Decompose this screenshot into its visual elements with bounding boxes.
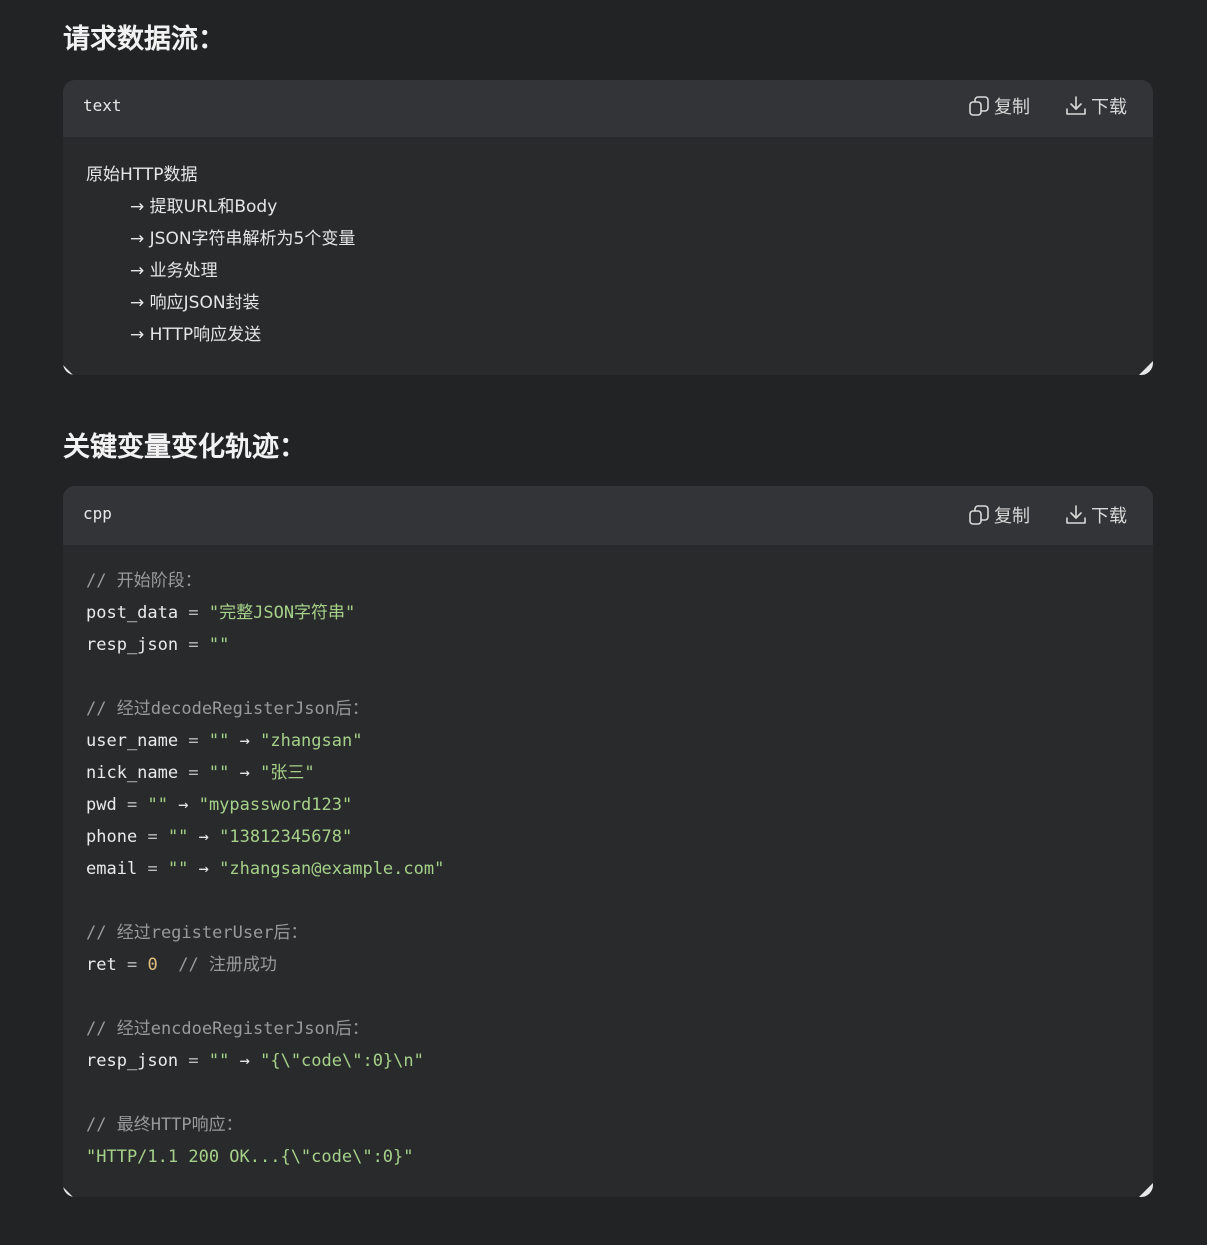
section-title-variable-trace: 关键变量变化轨迹： [63,432,306,463]
code-block-cpp: cpp 复制 下载 // 开始阶段： post_data = "完整JSON字符… [63,486,1153,1197]
code-line: user_name = "" → "zhangsan" [86,725,1153,757]
string-literal: "" [208,635,230,655]
string-literal: "HTTP/1.1 200 OK...{\"code\":0}" [86,1147,414,1167]
variable-name: phone [86,827,138,847]
number-literal: 0 [147,955,158,975]
arrow-glyph: → [198,859,209,879]
variable-name: post_data [86,603,179,623]
copy-label: 复制 [994,506,1030,527]
resize-corner-left [63,1187,73,1197]
code-line: pwd = "" → "mypassword123" [86,789,1153,821]
code-line: → JSON字符串解析为5个变量 [130,229,356,249]
download-icon [1064,94,1088,118]
assign-operator: = [188,1051,199,1071]
arrow-glyph: → [239,731,250,751]
assign-operator: = [147,827,158,847]
code-line: resp_json = "" → "{\"code\":0}\n" [86,1045,1153,1077]
download-icon [1064,503,1088,527]
variable-name: nick_name [86,763,179,783]
copy-button[interactable]: 复制 [967,502,1030,528]
code-body: // 开始阶段： post_data = "完整JSON字符串" resp_js… [63,545,1153,1173]
string-literal: "zhangsan" [260,731,363,751]
arrow-glyph: → [239,1051,250,1071]
string-literal: "" [167,859,189,879]
code-comment: // 经过decodeRegisterJson后： [86,699,369,719]
string-literal: "张三" [260,763,315,783]
download-label: 下载 [1091,506,1127,527]
language-label: text [83,96,122,115]
string-literal: "{\"code\":0}\n" [260,1051,424,1071]
string-literal: "mypassword123" [198,795,353,815]
string-literal: "" [208,1051,230,1071]
code-line: → 业务处理 [130,261,218,281]
assign-operator: = [188,635,199,655]
variable-name: resp_json [86,635,179,655]
variable-name: resp_json [86,1051,179,1071]
copy-icon [967,503,991,527]
variable-name: email [86,859,138,879]
code-comment: // 经过registerUser后： [86,923,308,943]
code-line: // 经过decodeRegisterJson后： [86,693,1153,725]
code-block-header: text 复制 下载 [63,80,1153,137]
code-comment: // 最终HTTP响应： [86,1115,243,1135]
code-line: nick_name = "" → "张三" [86,757,1153,789]
code-line: "HTTP/1.1 200 OK...{\"code\":0}" [86,1141,1153,1173]
code-line: // 最终HTTP响应： [86,1109,1153,1141]
code-line: email = "" → "zhangsan@example.com" [86,853,1153,885]
code-comment: // 经过encdoeRegisterJson后： [86,1019,369,1039]
assign-operator: = [147,859,158,879]
assign-operator: = [188,603,199,623]
assign-operator: = [126,955,138,975]
string-literal: "" [208,763,230,783]
arrow-glyph: → [198,827,209,847]
code-line: // 经过registerUser后： [86,917,1153,949]
code-line: 原始HTTP数据 [86,165,198,185]
string-literal: "zhangsan@example.com" [219,859,445,879]
download-button[interactable]: 下载 [1064,502,1127,528]
code-line: // 经过encdoeRegisterJson后： [86,1013,1153,1045]
resize-corner-left [63,365,73,375]
code-block-text: text 复制 下载 原始HTTP数据 → 提取URL和Body → JSON字… [63,80,1153,375]
variable-name: pwd [86,795,117,815]
code-line: → 提取URL和Body [130,197,278,217]
string-literal: "完整JSON字符串" [208,603,356,623]
copy-icon [967,94,991,118]
assign-operator: = [126,795,138,815]
code-line: phone = "" → "13812345678" [86,821,1153,853]
variable-name: ret [86,955,117,975]
code-line: resp_json = "" [86,629,1153,661]
code-comment: // 开始阶段： [86,571,202,591]
string-literal: "" [147,795,168,815]
section-title-request-flow: 请求数据流： [63,24,225,55]
code-line: → HTTP响应发送 [130,325,262,345]
code-line: → 响应JSON封装 [130,293,260,313]
download-button[interactable]: 下载 [1064,93,1127,119]
string-literal: "13812345678" [219,827,353,847]
arrow-glyph: → [178,795,189,815]
language-label: cpp [83,504,112,523]
code-line: // 开始阶段： [86,565,1153,597]
assign-operator: = [188,731,199,751]
variable-name: user_name [86,731,179,751]
copy-button[interactable]: 复制 [967,93,1030,119]
resize-handle[interactable] [1139,1183,1153,1197]
code-block-header: cpp 复制 下载 [63,486,1153,545]
string-literal: "" [208,731,230,751]
code-body: 原始HTTP数据 → 提取URL和Body → JSON字符串解析为5个变量 →… [63,137,1153,351]
resize-handle[interactable] [1139,361,1153,375]
code-comment: // 注册成功 [178,955,277,975]
arrow-glyph: → [239,763,250,783]
assign-operator: = [188,763,199,783]
string-literal: "" [167,827,189,847]
copy-label: 复制 [994,97,1030,118]
download-label: 下载 [1091,97,1127,118]
code-line: ret = 0 // 注册成功 [86,949,1153,981]
code-line: post_data = "完整JSON字符串" [86,597,1153,629]
